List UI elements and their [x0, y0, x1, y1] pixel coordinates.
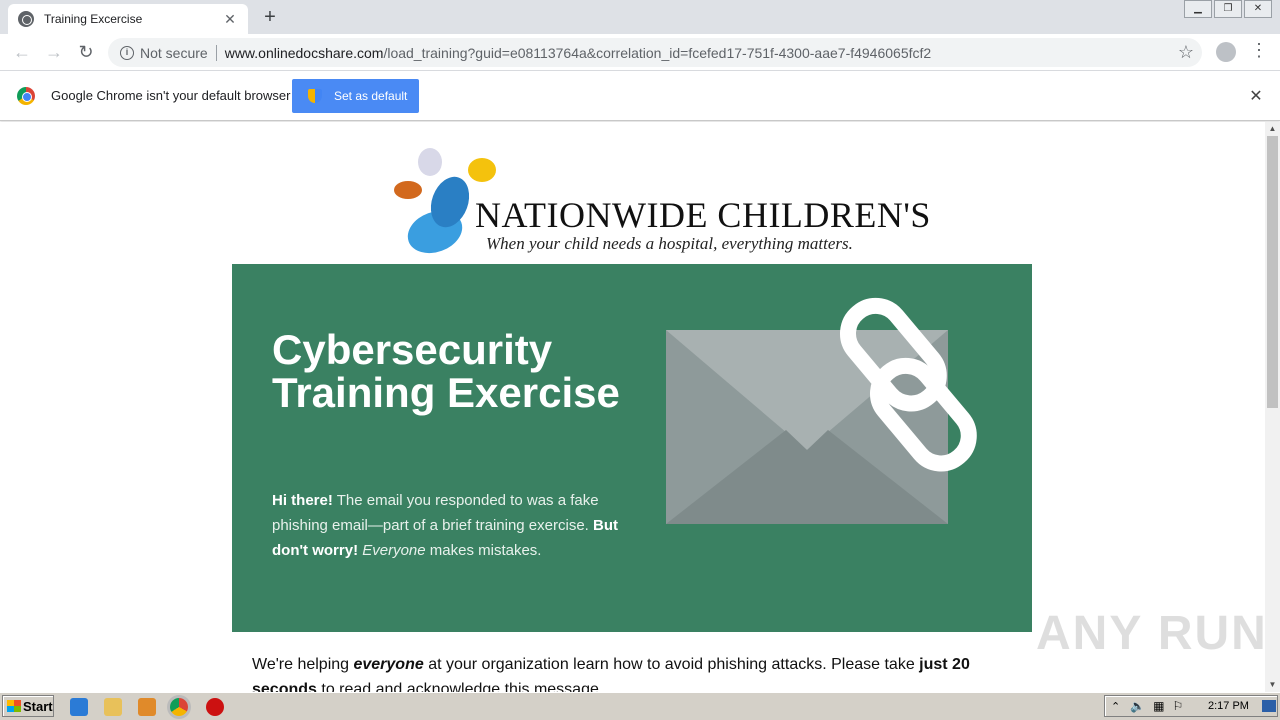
scroll-thumb[interactable] [1267, 136, 1278, 408]
intro-part-2: at your organization learn how to avoid … [423, 656, 920, 673]
set-as-default-button[interactable]: Set as default [292, 79, 419, 113]
hero-message: Hi there! The email you responded to was… [272, 488, 632, 563]
intro-part-3: to read and acknowledge this message. [316, 681, 604, 692]
close-window-button[interactable]: ✕ [1244, 0, 1272, 18]
intro-everyone: everyone [353, 656, 424, 673]
tab-title: Training Excercise [44, 12, 143, 26]
scroll-down-arrow-icon[interactable]: ▼ [1265, 678, 1280, 692]
browser-titlebar: Training Excercise ✕ + ▁ ❐ ✕ [0, 0, 1280, 34]
volume-icon[interactable]: 🔈 [1130, 699, 1145, 713]
start-button[interactable]: Start [2, 695, 54, 717]
hero-title: Cybersecurity Training Exercise [272, 326, 620, 416]
start-label: Start [23, 698, 53, 714]
tab-close-icon[interactable]: ✕ [222, 11, 238, 28]
restore-button[interactable]: ❐ [1214, 0, 1242, 18]
set-as-default-label: Set as default [334, 89, 408, 103]
envelope-link-icon [666, 297, 977, 524]
hero-greeting: Hi there! [272, 492, 333, 509]
logo-wordmark: NATIONWIDE CHILDREN'S [475, 195, 931, 235]
chrome-taskbar-icon[interactable] [170, 698, 188, 716]
system-tray: ⌃ 🔈 ▦ ⚐ [1104, 695, 1278, 717]
action-center-flag-icon[interactable]: ⚐ [1173, 699, 1184, 713]
taskbar-clock[interactable]: 2:17 PM [1208, 700, 1249, 712]
anyrun-watermark: ANY RUN [1036, 607, 1268, 660]
info-icon[interactable]: i [120, 45, 134, 60]
chrome-logo-icon [17, 87, 35, 105]
stop-icon[interactable] [206, 698, 224, 716]
new-tab-button[interactable]: + [260, 6, 280, 28]
intro-part-1: We're helping [252, 656, 354, 673]
browser-toolbar: ← → ↻ i Not secure www.onlinedocshare.co… [0, 34, 1280, 71]
tray-expand-icon[interactable]: ⌃ [1111, 700, 1120, 713]
back-button[interactable]: ← [6, 36, 38, 68]
globe-icon [18, 11, 34, 27]
windows-logo-icon [7, 700, 21, 712]
bookmark-star-icon[interactable]: ☆ [1178, 42, 1194, 63]
url-path[interactable]: /load_training?guid=e08113764a&correlati… [383, 45, 931, 61]
window-controls: ▁ ❐ ✕ [1182, 0, 1272, 18]
show-desktop-icon[interactable] [1262, 700, 1276, 712]
hero-line-2: makes mistakes. [425, 542, 542, 559]
chrome-menu-icon[interactable]: ⋮ [1250, 40, 1268, 61]
profile-avatar-icon[interactable] [1216, 42, 1236, 62]
shield-icon [308, 89, 322, 103]
address-divider [215, 44, 217, 61]
reload-button[interactable]: ↻ [70, 36, 102, 68]
not-secure-label[interactable]: Not secure [140, 45, 208, 61]
forward-button[interactable]: → [38, 36, 70, 68]
infobar-close-icon[interactable]: ✕ [1248, 86, 1264, 106]
hero-banner: Cybersecurity Training Exercise Hi there… [232, 264, 1032, 632]
browser-tab[interactable]: Training Excercise ✕ [8, 4, 248, 34]
url-host[interactable]: www.onlinedocshare.com [225, 45, 384, 61]
minimize-button[interactable]: ▁ [1184, 0, 1212, 18]
address-bar[interactable]: i Not secure www.onlinedocshare.com/load… [108, 38, 1202, 67]
scroll-up-arrow-icon[interactable]: ▲ [1265, 122, 1280, 136]
windows-taskbar [0, 692, 1280, 720]
logo-tagline: When your child needs a hospital, everyt… [486, 234, 853, 253]
network-icon[interactable]: ▦ [1153, 699, 1164, 713]
media-player-icon[interactable] [138, 698, 156, 716]
infobar-message: Google Chrome isn't your default browser [51, 88, 291, 103]
intro-paragraph: We're helping everyone at your organizat… [252, 652, 972, 692]
internet-explorer-icon[interactable] [70, 698, 88, 716]
hero-everyone: Everyone [362, 542, 426, 559]
file-explorer-icon[interactable] [104, 698, 122, 716]
